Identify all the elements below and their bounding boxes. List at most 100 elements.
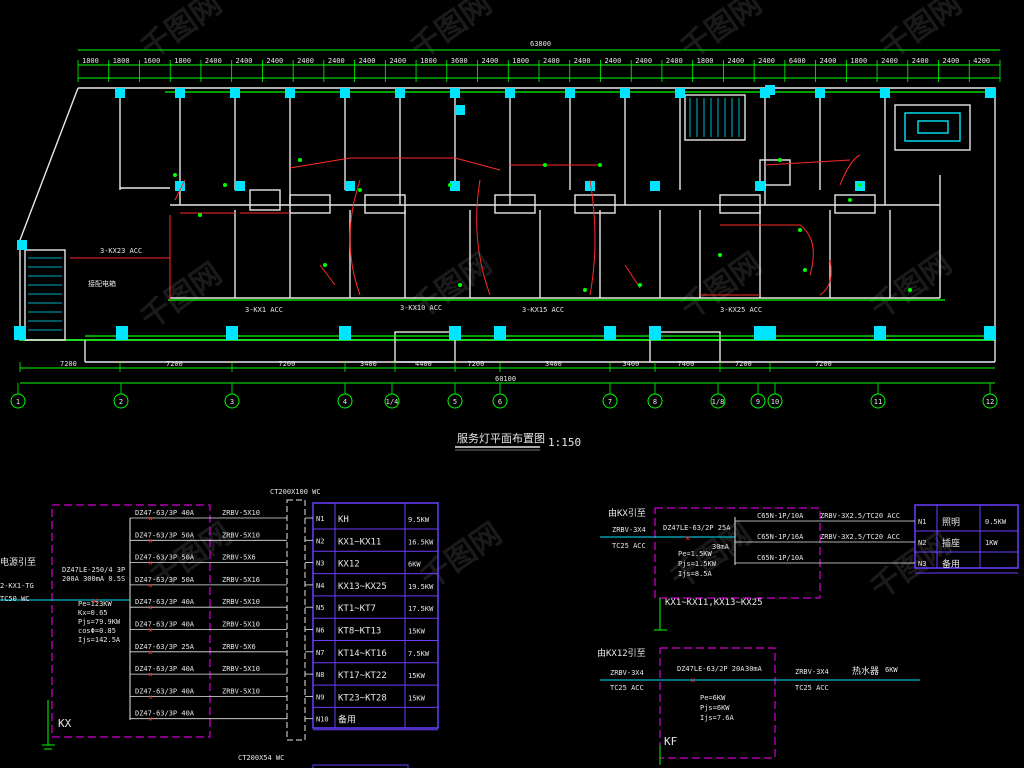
circuit-no: N1 (918, 518, 926, 526)
axis-label: 1 (16, 398, 20, 406)
dimension-label: 4400 (415, 360, 432, 368)
axis-label: 2 (119, 398, 123, 406)
dimension-label: 1800 (697, 57, 714, 65)
circuit-power: 15KW (408, 672, 426, 680)
box-code: KX (58, 717, 72, 730)
column (505, 88, 515, 98)
dimension-label: 7400 (678, 360, 695, 368)
dimension-label: 7200 (815, 360, 832, 368)
axis-label: 1/4 (386, 398, 399, 406)
bottom-overall-dimension: 60100 (495, 375, 516, 383)
kx-pipe: TC25 ACC (612, 542, 646, 550)
dimension-label: 2400 (604, 57, 621, 65)
circuit-no: N3 (316, 560, 324, 568)
panel-parameters: Pe=123KWKx=0.65Pjs=79.9KWcosΦ=0.85Ijs=14… (78, 600, 121, 644)
circuit-power: 0.5KW (985, 518, 1007, 526)
circuit-power: 6KW (408, 561, 421, 569)
column (675, 88, 685, 98)
kx-parameter: Pe=1.5KW (678, 550, 713, 558)
circuit-power: 15KW (408, 694, 426, 702)
dimension-label: 3400 (360, 360, 377, 368)
dimension-label: 2400 (912, 57, 929, 65)
circuit-label: 3-KX25 ACC (720, 306, 762, 314)
kx-parameter: Ijs=8.5A (678, 570, 713, 578)
kx-main-breaker: DZ47LE-63/2P 25A (663, 524, 731, 532)
kf-panel: 由KX12引至 ZRBV-3X4 TC25 ACC DZ47LE-63/2P 2… (597, 647, 920, 765)
circuit-no: N6 (316, 627, 324, 635)
circuit-power: 7.5KW (408, 650, 430, 658)
watermark-text: 千图网 (675, 0, 769, 67)
panel-parameter: Pe=123KW (78, 600, 113, 608)
column (874, 326, 886, 340)
breaker-label: DZ47-63/3P 50A (135, 576, 195, 584)
dimension-label: 2400 (727, 57, 744, 65)
lamp-icon (908, 288, 912, 292)
circuit-no: N2 (316, 537, 324, 545)
lamp-icon (858, 183, 862, 187)
breaker-label: DZ47-63/3P 40A (135, 665, 195, 673)
kx-parameters: Pe=1.5KW Pjs=1.5KW Ijs=8.5A (678, 550, 717, 578)
cable-label: ZRBV-3X2.5 (820, 512, 862, 520)
kx-caption: KX1~KX11,KX13~KX25 (665, 598, 763, 608)
lamp-icon (223, 183, 227, 187)
axis-label: 7 (608, 398, 612, 406)
dimension-label: 2400 (482, 57, 499, 65)
dimension-label: 2400 (359, 57, 376, 65)
breaker-label: DZ47-63/3P 40A (135, 509, 195, 517)
column (450, 88, 460, 98)
bottom-dimension-chain: 60100 7200 7200 7200 3400 4400 7200 3400 3400 74… (19, 360, 995, 384)
dimension-label: 2400 (266, 57, 283, 65)
axis-bubbles: 1 2 3 4 1/4 5 6 7 8 1/8 9 10 11 12 (10, 383, 998, 409)
dimension-label: 1600 (143, 57, 160, 65)
kx-parameter: Pjs=1.5KW (678, 560, 717, 568)
breaker-label: C65N-1P/10A (757, 512, 804, 520)
dimension-label: 2400 (666, 57, 683, 65)
dimension-label: 2400 (820, 57, 837, 65)
column (345, 181, 355, 191)
circuit-load: KH (338, 515, 349, 525)
kx-rcd: 30mA (712, 543, 730, 551)
circuit-load: KT1~KT7 (338, 604, 376, 614)
cad-drawing: 千图网 千图网 千图网千图网 千图网 千图网千图网 千图网 千图网千图网千图网千图网 638… (0, 0, 1019, 768)
circuit-label: 3-KX23 ACC (100, 247, 142, 255)
main-breaker-rating: 200A 300mA 0.5S (62, 575, 125, 583)
left-circuit-rows: ×DZ47-63/3P 40A ZRBV-5X10N1 KH 9.5KW×DZ47-6… (130, 509, 438, 731)
kf-main-breaker: DZ47LE-63/2P 20A (677, 665, 745, 673)
circuit-load: KX1~KX11 (338, 537, 381, 547)
column (620, 88, 630, 98)
circuit-load: 备用 (942, 558, 960, 570)
kf-power: 6KW (885, 666, 898, 674)
dimension-label: 2400 (297, 57, 314, 65)
circuit-power: 19.5KW (408, 583, 434, 591)
dimension-label: 1800 (512, 57, 529, 65)
column (235, 181, 245, 191)
dimension-label: 2400 (236, 57, 253, 65)
breaker-label: C65N-1P/10A (757, 554, 804, 562)
breaker-label: DZ47-63/3P 40A (135, 710, 195, 718)
kx-cable: ZRBV-3X4 (612, 526, 646, 534)
lamp-icon (298, 158, 302, 162)
kf-parameter: Pjs=6KW (700, 704, 730, 712)
breaker-label: DZ47-63/3P 40A (135, 621, 195, 629)
breaker-label: DZ47-63/3P 40A (135, 598, 195, 606)
circuit-load: 插座 (942, 537, 960, 549)
watermark-text: 千图网 (675, 246, 769, 326)
dimension-label: 7200 (166, 360, 183, 368)
watermark-text: 千图网 (405, 246, 499, 326)
lamp-icon (448, 183, 452, 187)
dimension-label: 3400 (623, 360, 640, 368)
dimension-label: 7200 (279, 360, 296, 368)
overall-dimension: 63800 (530, 40, 551, 48)
drawing-scale: 1:150 (548, 436, 581, 449)
kf-load: 热水器 (852, 665, 879, 677)
axis-label: 3 (230, 398, 234, 406)
cable-label: ZRBV-5X10 (222, 665, 260, 673)
pipe-label: /TC20 ACC (862, 533, 900, 541)
column (815, 88, 825, 98)
breaker-label: DZ47-63/3P 25A (135, 643, 195, 651)
circuit-no: N8 (316, 671, 324, 679)
lamp-icon (803, 268, 807, 272)
lamp-icon (458, 283, 462, 287)
dimension-label: 2400 (205, 57, 222, 65)
dimension-label: 3400 (545, 360, 562, 368)
